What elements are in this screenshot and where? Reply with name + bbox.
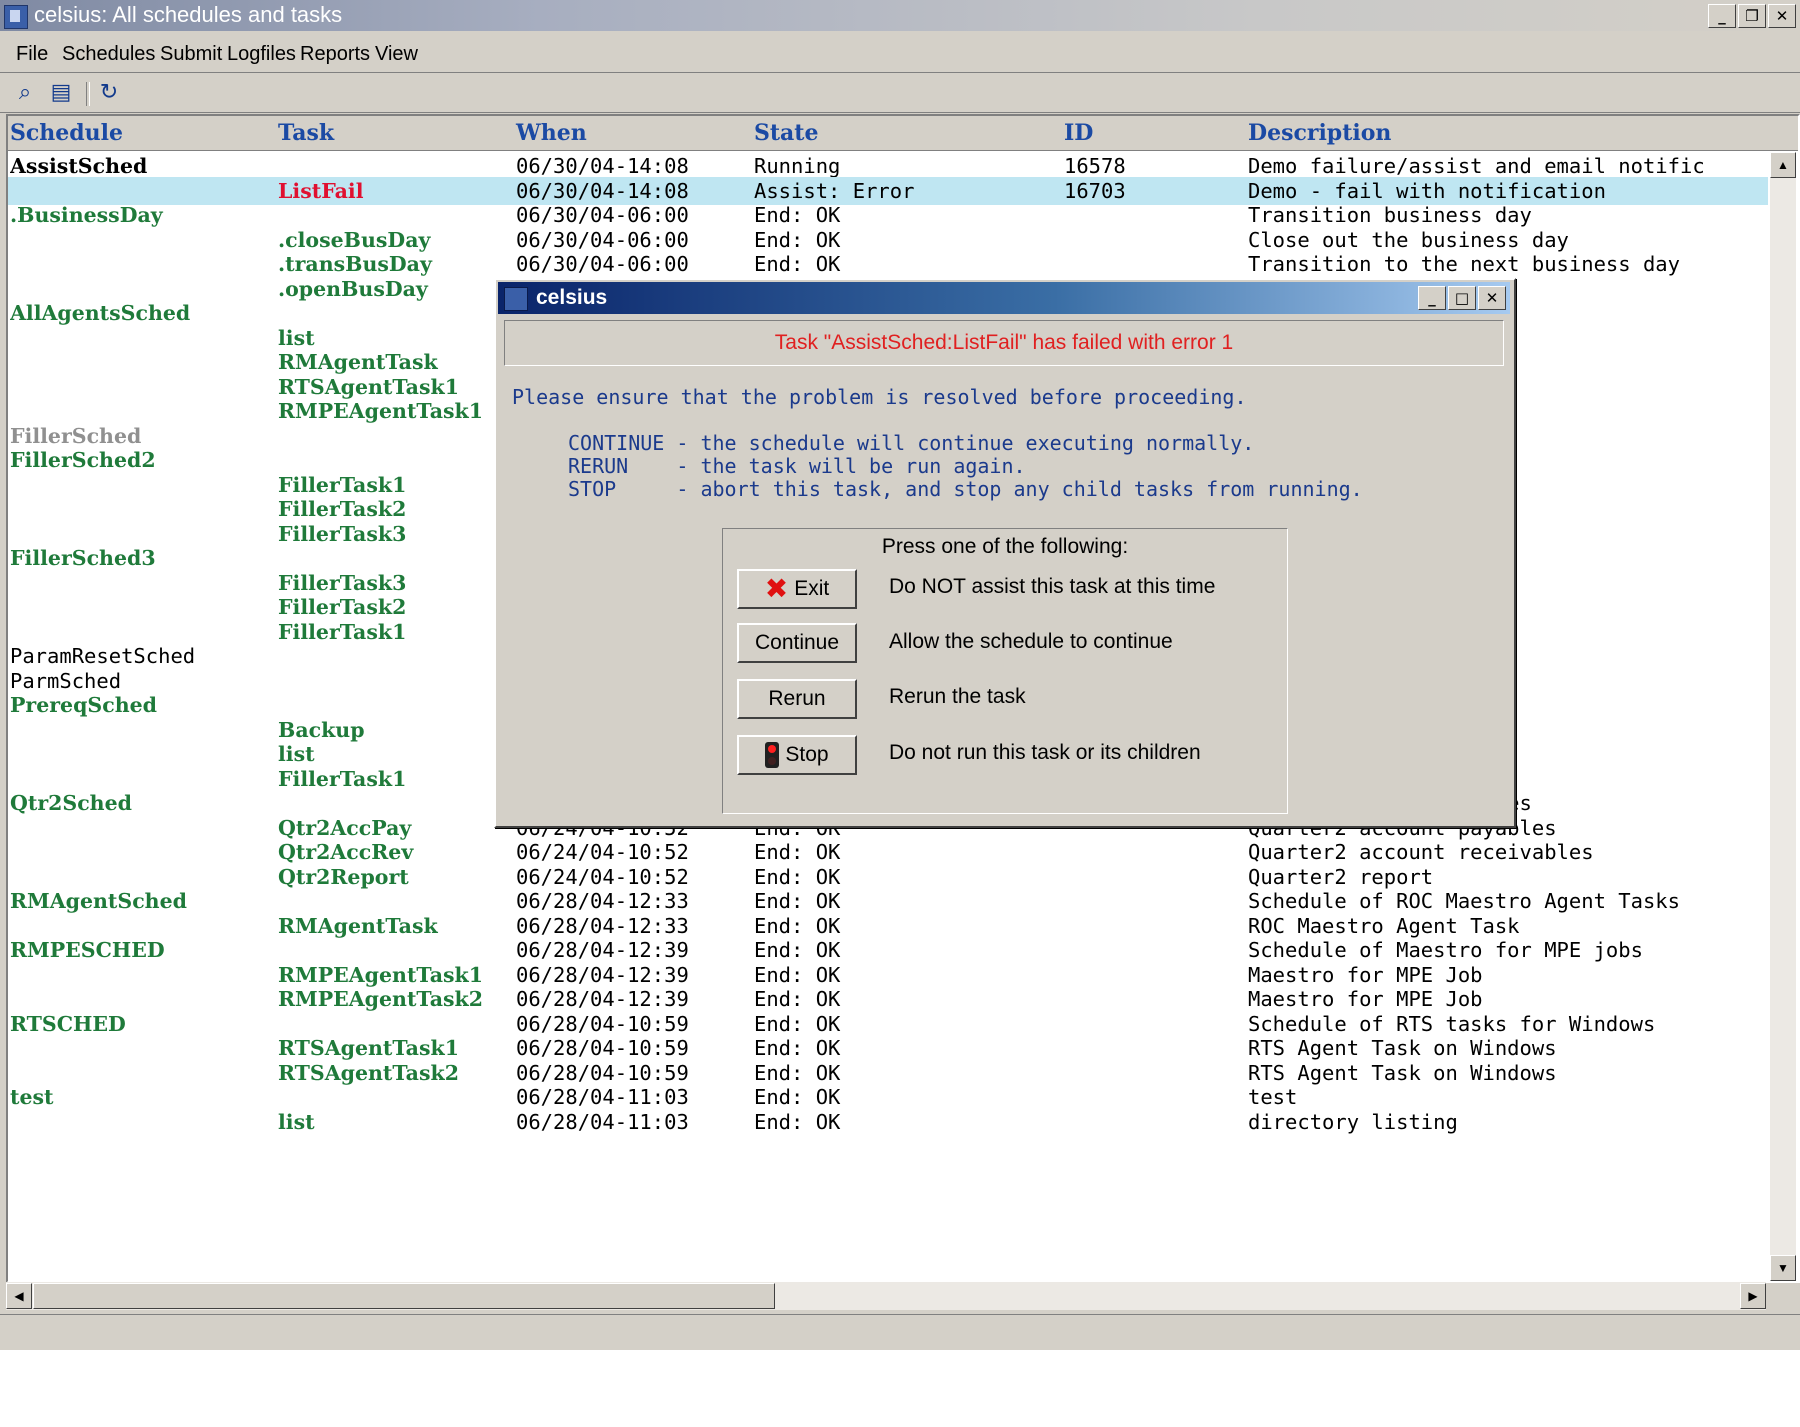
exit-description: Do NOT assist this task at this time [889, 575, 1216, 598]
dialog-close-button[interactable]: ✕ [1478, 286, 1506, 310]
toolbar: ⌕ ▤ ↻ [0, 74, 1800, 113]
minimize-button[interactable]: _ [1708, 4, 1736, 28]
table-row[interactable]: list 06/28/04-11:03 End: OK directory listi… [8, 1108, 1768, 1136]
assist-dialog: celsius _ □ ✕ Task "AssistSched:ListFail… [494, 278, 1516, 828]
instruction-text: Please ensure that the problem is resolv… [512, 385, 1247, 409]
dialog-minimize-button[interactable]: _ [1418, 286, 1446, 310]
header-when[interactable]: When [516, 120, 587, 146]
continue-button-label: Continue [754, 631, 840, 654]
menu-file[interactable]: File [16, 36, 48, 72]
close-button[interactable]: ✕ [1768, 4, 1796, 28]
stop-icon [765, 742, 780, 768]
vertical-scrollbar[interactable]: ▲ ▼ [1770, 152, 1796, 1281]
rerun-button[interactable]: Rerun [737, 679, 857, 719]
scroll-left-icon[interactable]: ◀ [6, 1283, 32, 1309]
cell-when: 06/28/04-11:03 [516, 1109, 689, 1134]
app-icon [4, 5, 28, 29]
menu-reports[interactable]: Reports [300, 36, 370, 72]
menu-logfiles[interactable]: Logfiles [227, 36, 296, 72]
cell-task: list [278, 1109, 315, 1134]
dialog-title-bar: celsius _ □ ✕ [498, 282, 1510, 314]
refresh-icon[interactable]: ↻ [96, 80, 122, 106]
rerun-description: Rerun the task [889, 685, 1026, 708]
table-header: Schedule Task When State ID Description [8, 116, 1798, 151]
header-task[interactable]: Task [278, 120, 334, 146]
press-title: Press one of the following: [881, 535, 1129, 558]
cell-desc: directory listing [1248, 1109, 1458, 1134]
stop-button-label: Stop [785, 743, 829, 766]
status-bar [0, 1314, 1800, 1349]
header-schedule[interactable]: Schedule [10, 120, 123, 146]
scroll-up-icon[interactable]: ▲ [1770, 152, 1796, 178]
continue-description: Allow the schedule to continue [889, 630, 1173, 653]
scroll-down-icon[interactable]: ▼ [1770, 1255, 1796, 1281]
dialog-title: celsius [536, 286, 608, 309]
header-state[interactable]: State [754, 120, 818, 146]
error-message: Task "AssistSched:ListFail" has failed w… [504, 320, 1504, 366]
submit-icon[interactable]: ▤ [48, 80, 74, 106]
cell-state: End: OK [754, 1109, 841, 1134]
window-title: celsius: All schedules and tasks [34, 2, 343, 27]
toolbar-separator [86, 82, 90, 106]
menu-schedules[interactable]: Schedules [62, 36, 155, 72]
action-group: Press one of the following: ✖ Exit Do NO… [722, 528, 1288, 814]
x-icon: ✖ [764, 572, 789, 605]
options-text: CONTINUE - the schedule will continue ex… [568, 431, 1363, 501]
dialog-maximize-button[interactable]: □ [1448, 286, 1476, 310]
continue-button[interactable]: Continue [737, 623, 857, 663]
menu-bar: File Schedules Submit Logfiles Reports V… [0, 36, 1800, 73]
header-id[interactable]: ID [1064, 120, 1093, 146]
stop-description: Do not run this task or its children [889, 741, 1201, 764]
exit-button-label: Exit [794, 577, 830, 600]
menu-view[interactable]: View [375, 36, 418, 72]
menu-submit[interactable]: Submit [160, 36, 222, 72]
scroll-right-icon[interactable]: ▶ [1740, 1283, 1766, 1309]
horizontal-scrollbar[interactable]: ◀ ▶ [6, 1282, 1766, 1310]
exit-button[interactable]: ✖ Exit [737, 569, 857, 609]
dialog-app-icon [504, 287, 528, 311]
horizontal-scroll-thumb[interactable] [33, 1283, 775, 1309]
header-description[interactable]: Description [1248, 120, 1391, 146]
rerun-button-label: Rerun [768, 687, 826, 710]
find-icon[interactable]: ⌕ [12, 80, 38, 106]
stop-button[interactable]: Stop [737, 735, 857, 775]
title-bar: celsius: All schedules and tasks _ ❐ ✕ [0, 0, 1800, 31]
restore-button[interactable]: ❐ [1738, 4, 1766, 28]
